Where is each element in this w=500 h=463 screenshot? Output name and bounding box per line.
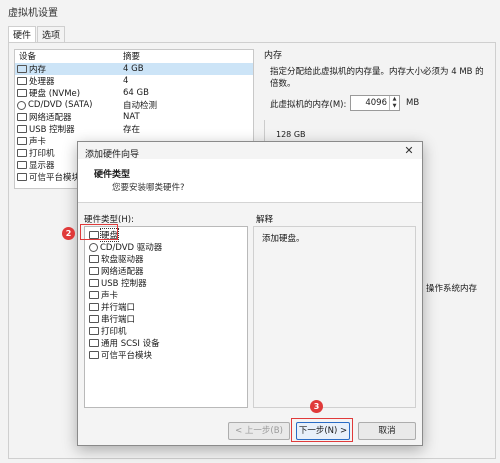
type-item-scsi[interactable]: 通用 SCSI 设备 (89, 337, 160, 349)
type-label: 通用 SCSI 设备 (101, 339, 160, 349)
annotation-marker-3: 3 (310, 400, 323, 413)
explain-text: 添加硬盘。 (262, 234, 305, 244)
device-list-header: 设备 摘要 (15, 50, 253, 63)
background-os-memory-text: 操作系统内存 (426, 284, 478, 294)
network-icon (89, 267, 99, 275)
device-summary: 4 (123, 76, 129, 86)
network-icon (17, 113, 27, 121)
memory-icon (17, 65, 27, 73)
type-item-printer[interactable]: 打印机 (89, 325, 127, 337)
printer-icon (17, 149, 27, 157)
cancel-button[interactable]: 取消 (358, 422, 416, 440)
annotation-box-next (291, 418, 353, 442)
type-label: 可信平台模块 (101, 351, 153, 361)
tpm-icon (17, 173, 27, 181)
cd-icon (17, 100, 26, 110)
device-summary: NAT (123, 112, 140, 122)
summary-column-header[interactable]: 摘要 (123, 50, 140, 63)
type-label: 打印机 (101, 327, 127, 337)
type-item-tpm[interactable]: 可信平台模块 (89, 349, 152, 361)
explain-label: 解释 (256, 215, 274, 225)
spin-buttons[interactable]: ▲ ▼ (389, 96, 399, 110)
device-name: 声卡 (29, 137, 47, 147)
device-summary: 自动检测 (123, 101, 158, 111)
device-row-disk[interactable]: 硬盘 (NVMe) 64 GB (15, 87, 253, 99)
sound-icon (17, 137, 27, 145)
tab-bar: 硬件 选项 (8, 26, 66, 42)
memory-description: 指定分配给此虚拟机的内存量。内存大小必须为 4 MB 的倍数。 (270, 67, 484, 89)
type-item-cd[interactable]: CD/DVD 驱动器 (89, 241, 162, 253)
parallel-port-icon (89, 303, 99, 311)
close-icon[interactable]: ✕ (402, 144, 416, 158)
device-name: 硬盘 (NVMe) (29, 89, 81, 99)
memory-section-title: 内存 (264, 51, 283, 61)
device-name: 打印机 (29, 149, 55, 159)
type-label: 网络适配器 (101, 267, 144, 277)
device-row-network[interactable]: 网络适配器 NAT (15, 111, 253, 123)
device-summary: 4 GB (123, 64, 144, 74)
type-label: 串行端口 (101, 315, 136, 325)
dialog-header: 硬件类型 您要安装哪类硬件? (78, 159, 422, 203)
serial-port-icon (89, 315, 99, 323)
sound-icon (89, 291, 99, 299)
device-name: 可信平台模块 (29, 173, 81, 183)
type-item-serial[interactable]: 串行端口 (89, 313, 135, 325)
scsi-icon (89, 339, 99, 347)
back-button[interactable]: < 上一步(B) (228, 422, 290, 440)
annotation-box-disk (80, 224, 118, 240)
memory-scale-top-label: 128 GB (276, 130, 306, 139)
type-label: 声卡 (101, 291, 119, 301)
memory-value: 4096 (365, 98, 387, 108)
type-item-usb[interactable]: USB 控制器 (89, 277, 147, 289)
add-hardware-dialog: 添加硬件向导 ✕ 硬件类型 您要安装哪类硬件? 硬件类型(H): 硬盘 CD/D… (77, 141, 423, 446)
display-icon (17, 161, 27, 169)
device-name: 处理器 (29, 77, 55, 87)
hardware-type-list[interactable]: 硬盘 CD/DVD 驱动器 软盘驱动器 网络适配器 USB 控制器 声卡 并行端… (84, 226, 248, 408)
usb-icon (89, 279, 99, 287)
device-summary: 64 GB (123, 88, 149, 98)
type-item-sound[interactable]: 声卡 (89, 289, 118, 301)
disk-icon (17, 89, 27, 97)
tpm-icon (89, 351, 99, 359)
printer-icon (89, 327, 99, 335)
memory-label: 此虚拟机的内存(M): (270, 100, 347, 110)
explain-box: 添加硬盘。 (253, 226, 416, 408)
tab-options[interactable]: 选项 (37, 26, 66, 42)
device-name: 内存 (29, 65, 47, 75)
dialog-subheading: 您要安装哪类硬件? (112, 183, 185, 193)
type-label: 软盘驱动器 (101, 255, 144, 265)
device-column-header[interactable]: 设备 (15, 50, 123, 63)
window-title: 虚拟机设置 (8, 8, 58, 19)
cd-icon (89, 242, 98, 252)
device-row-memory[interactable]: 内存 4 GB (15, 63, 253, 75)
memory-unit: MB (406, 98, 420, 108)
type-label: 并行端口 (101, 303, 136, 313)
type-item-network[interactable]: 网络适配器 (89, 265, 144, 277)
device-name: CD/DVD (SATA) (28, 100, 93, 110)
tab-hardware[interactable]: 硬件 (8, 26, 37, 42)
memory-spinbox[interactable]: 4096 ▲ ▼ (350, 95, 400, 111)
device-name: USB 控制器 (29, 125, 75, 135)
annotation-marker-2: 2 (62, 227, 75, 240)
device-name: 网络适配器 (29, 113, 72, 123)
dialog-heading: 硬件类型 (94, 170, 131, 180)
type-item-floppy[interactable]: 软盘驱动器 (89, 253, 144, 265)
device-row-cd[interactable]: CD/DVD (SATA) 自动检测 (15, 99, 253, 111)
floppy-icon (89, 255, 99, 263)
device-row-usb[interactable]: USB 控制器 存在 (15, 123, 253, 135)
usb-icon (17, 125, 27, 133)
device-name: 显示器 (29, 161, 55, 171)
type-label: USB 控制器 (101, 279, 147, 289)
type-label: CD/DVD 驱动器 (100, 243, 163, 253)
device-row-cpu[interactable]: 处理器 4 (15, 75, 253, 87)
device-summary: 存在 (123, 125, 141, 135)
type-item-parallel[interactable]: 并行端口 (89, 301, 135, 313)
cpu-icon (17, 77, 27, 85)
